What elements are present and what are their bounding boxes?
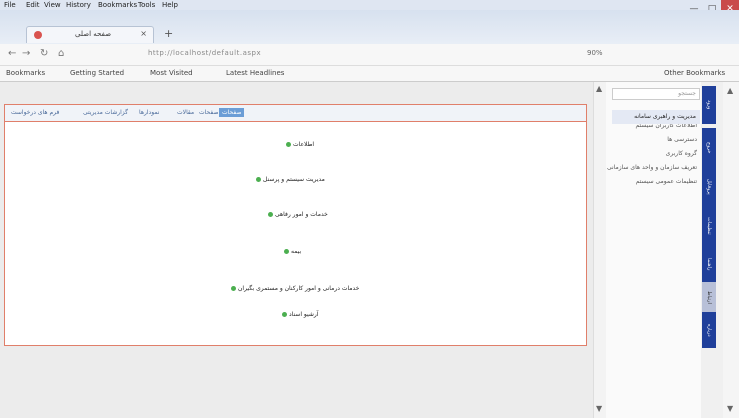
other-bookmarks[interactable]: Other Bookmarks: [664, 69, 725, 77]
tree-node[interactable]: خدمات و امور رفاهی: [268, 211, 328, 218]
zoom-level[interactable]: 90%: [587, 49, 603, 57]
tab-item[interactable]: نمودارها: [139, 109, 159, 116]
menu-bar: File Edit View History Bookmarks Tools H…: [0, 0, 739, 10]
forward-icon[interactable]: →: [22, 48, 30, 59]
side-menu-item[interactable]: تعریف سازمان و واحد های سازمانی: [607, 164, 697, 171]
side-panel: اطلاعات کاربران سیستم دسترسی ها گروه کار…: [606, 82, 701, 418]
tab-item[interactable]: مقالات: [177, 109, 194, 116]
reload-icon[interactable]: ↻: [40, 48, 48, 59]
tree-node[interactable]: مدیریت سیستم و پرسنل: [256, 176, 325, 183]
tab-title: صفحه اصلی: [75, 30, 112, 38]
navigation-bar: ← → ↻ ⌂ http://localhost/default.aspx 90…: [0, 44, 739, 66]
tab-item[interactable]: فرم های درخواست: [11, 109, 59, 116]
node-icon: [284, 249, 289, 254]
browser-tab[interactable]: صفحه اصلی ×: [26, 26, 154, 43]
menu-view[interactable]: View: [44, 1, 61, 9]
bookmark-item[interactable]: Bookmarks: [6, 69, 45, 77]
scroll-down-icon[interactable]: ▼: [596, 404, 602, 413]
rail-button[interactable]: ارتباط: [702, 282, 716, 312]
node-icon: [268, 212, 273, 217]
side-menu-item[interactable]: تنظیمات عمومی سیستم: [636, 178, 697, 185]
rail-button[interactable]: راهنما: [702, 246, 716, 282]
menu-bookmarks[interactable]: Bookmarks: [98, 1, 137, 9]
tree-node[interactable]: خدمات درمانی و امور کارکنان و مستمری بگی…: [231, 285, 359, 292]
close-tab-icon[interactable]: ×: [140, 29, 147, 38]
tree-node[interactable]: اطلاعات: [286, 141, 314, 148]
tab-strip: صفحه اصلی × +: [0, 10, 739, 44]
search-placeholder: جستجو: [678, 90, 696, 97]
node-icon: [231, 286, 236, 291]
node-icon: [256, 177, 261, 182]
menu-edit[interactable]: Edit: [26, 1, 40, 9]
menu-help[interactable]: Help: [162, 1, 178, 9]
menu-file[interactable]: File: [4, 1, 16, 9]
content-tabs: فرم های درخواست گزارشات مدیریتی نمودارها…: [5, 105, 586, 122]
back-icon[interactable]: ←: [8, 48, 16, 59]
tab-item-active[interactable]: صفحات: [219, 108, 245, 117]
tree-node[interactable]: بیمه: [284, 248, 301, 255]
rail-button[interactable]: پروفایل: [702, 168, 716, 206]
new-tab-button[interactable]: +: [164, 27, 173, 40]
menu-history[interactable]: History: [66, 1, 91, 9]
node-label: آرشیو اسناد: [289, 311, 319, 318]
tab-item[interactable]: گزارشات مدیریتی: [83, 109, 128, 116]
node-icon: [282, 312, 287, 317]
rail-button[interactable]: ورود: [702, 86, 716, 124]
side-menu-item[interactable]: گروه کاربری: [666, 150, 697, 157]
url-text: http://localhost/default.aspx: [148, 49, 262, 57]
node-icon: [286, 142, 291, 147]
rail-button[interactable]: درباره: [702, 312, 716, 348]
main-frame: فرم های درخواست گزارشات مدیریتی نمودارها…: [4, 104, 587, 346]
rail-button[interactable]: خروج: [702, 128, 716, 168]
node-label: بیمه: [291, 248, 302, 255]
bookmark-item[interactable]: Most Visited: [150, 69, 193, 77]
selected-label: مدیریت و راهبری سامانه: [634, 113, 696, 120]
page-scrollbar[interactable]: ▲ ▼: [593, 82, 606, 418]
home-icon[interactable]: ⌂: [58, 48, 64, 59]
url-bar[interactable]: http://localhost/default.aspx: [140, 47, 600, 63]
bookmark-item[interactable]: Getting Started: [70, 69, 124, 77]
side-menu-selected[interactable]: مدیریت و راهبری سامانه: [612, 110, 700, 124]
node-label: مدیریت سیستم و پرسنل: [263, 176, 325, 183]
bookmarks-bar: Bookmarks Getting Started Most Visited L…: [0, 66, 739, 82]
favicon-icon: [34, 31, 42, 39]
scroll-down-icon[interactable]: ▼: [727, 404, 733, 413]
scroll-up-icon[interactable]: ▲: [596, 84, 602, 93]
node-label: اطلاعات: [293, 141, 315, 148]
node-label: خدمات درمانی و امور کارکنان و مستمری بگی…: [238, 285, 360, 292]
side-menu-item[interactable]: دسترسی ها: [667, 136, 697, 143]
right-scrollbar[interactable]: ▲ ▼: [723, 82, 739, 418]
tree-node[interactable]: آرشیو اسناد: [282, 311, 318, 318]
tab-item[interactable]: صفحات: [199, 109, 218, 116]
side-search-input[interactable]: جستجو: [612, 88, 700, 100]
scroll-up-icon[interactable]: ▲: [727, 86, 733, 95]
node-label: خدمات و امور رفاهی: [275, 211, 328, 218]
bookmark-item[interactable]: Latest Headlines: [226, 69, 284, 77]
menu-tools[interactable]: Tools: [138, 1, 155, 9]
rail-button[interactable]: تنظیمات: [702, 206, 716, 246]
